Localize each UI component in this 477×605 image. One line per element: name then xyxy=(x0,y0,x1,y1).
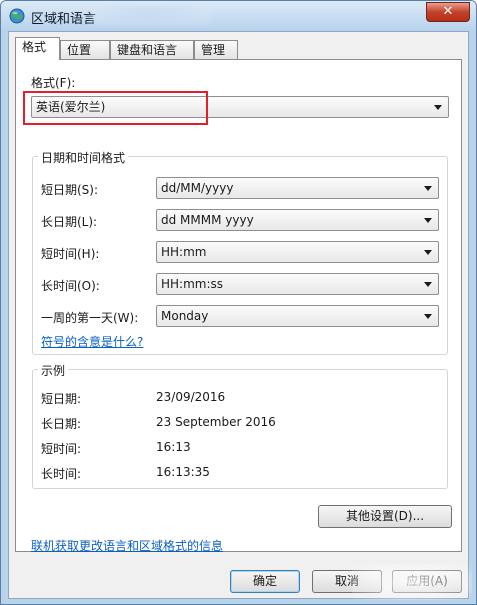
example-group-title: 示例 xyxy=(38,362,69,379)
datetime-format-group: 日期和时间格式 短日期(S): dd/MM/yyyy 长日期(L): dd MM… xyxy=(32,149,448,355)
globe-icon xyxy=(9,8,25,24)
tab-keyboard-language[interactable]: 键盘和语言 xyxy=(110,40,194,59)
long-time-value: HH:mm:ss xyxy=(161,277,224,291)
short-date-label: 短日期(S): xyxy=(41,183,99,197)
chevron-down-icon xyxy=(424,186,432,191)
example-long-date-label: 长日期: xyxy=(41,417,82,431)
chevron-down-icon xyxy=(424,314,432,319)
example-short-date-value: 23/09/2016 xyxy=(156,390,226,404)
short-time-value: HH:mm xyxy=(161,245,207,259)
datetime-group-title: 日期和时间格式 xyxy=(38,149,129,166)
long-time-select[interactable]: HH:mm:ss xyxy=(156,273,439,295)
short-date-value: dd/MM/yyyy xyxy=(161,181,234,195)
short-date-select[interactable]: dd/MM/yyyy xyxy=(156,177,439,199)
other-settings-button[interactable]: 其他设置(D)... xyxy=(318,505,452,528)
long-date-value: dd MMMM yyyy xyxy=(161,213,254,227)
annotation-red-box xyxy=(23,91,208,125)
chevron-down-icon xyxy=(424,218,432,223)
tab-format[interactable]: 格式 xyxy=(15,37,60,60)
example-group: 示例 短日期: 23/09/2016 长日期: 23 September 201… xyxy=(32,362,448,489)
short-time-label: 短时间(H): xyxy=(41,247,100,261)
online-info-link[interactable]: 联机获取更改语言和区域格式的信息 xyxy=(31,537,223,554)
title-bar: 区域和语言 ✕ xyxy=(1,1,476,31)
ok-button[interactable]: 确定 xyxy=(230,570,300,593)
format-label: 格式(F): xyxy=(31,76,76,90)
long-date-select[interactable]: dd MMMM yyyy xyxy=(156,209,439,231)
long-time-label: 长时间(O): xyxy=(41,279,100,293)
chevron-down-icon xyxy=(424,282,432,287)
dialog-client: 格式 位置 键盘和语言 管理 格式(F): 英语(爱尔兰) 日期和时间格式 短日… xyxy=(8,31,469,599)
first-day-select[interactable]: Monday xyxy=(156,305,439,327)
format-tab-panel: 格式(F): 英语(爱尔兰) 日期和时间格式 短日期(S): dd/MM/yyy… xyxy=(15,59,462,554)
example-short-time-label: 短时间: xyxy=(41,442,82,456)
close-button[interactable]: ✕ xyxy=(426,2,470,22)
example-short-date-label: 短日期: xyxy=(41,392,82,406)
long-date-label: 长日期(L): xyxy=(41,215,98,229)
example-long-date-value: 23 September 2016 xyxy=(156,415,276,429)
first-day-label: 一周的第一天(W): xyxy=(41,311,139,325)
apply-button[interactable]: 应用(A) xyxy=(392,570,462,593)
cancel-button[interactable]: 取消 xyxy=(312,570,382,593)
chevron-down-icon xyxy=(424,250,432,255)
example-long-time-label: 长时间: xyxy=(41,467,82,481)
blurred-title-area xyxy=(91,7,211,25)
chevron-down-icon xyxy=(434,105,442,110)
first-day-value: Monday xyxy=(161,309,209,323)
tab-administrative[interactable]: 管理 xyxy=(194,40,238,59)
tab-location[interactable]: 位置 xyxy=(60,40,110,59)
region-language-window: 区域和语言 ✕ 格式 位置 键盘和语言 管理 格式(F): 英语(爱尔兰) 日期… xyxy=(0,0,477,605)
example-long-time-value: 16:13:35 xyxy=(156,465,210,479)
window-title: 区域和语言 xyxy=(31,12,97,27)
short-time-select[interactable]: HH:mm xyxy=(156,241,439,263)
symbol-meaning-link[interactable]: 符号的含意是什么? xyxy=(41,333,143,350)
example-short-time-value: 16:13 xyxy=(156,440,191,454)
